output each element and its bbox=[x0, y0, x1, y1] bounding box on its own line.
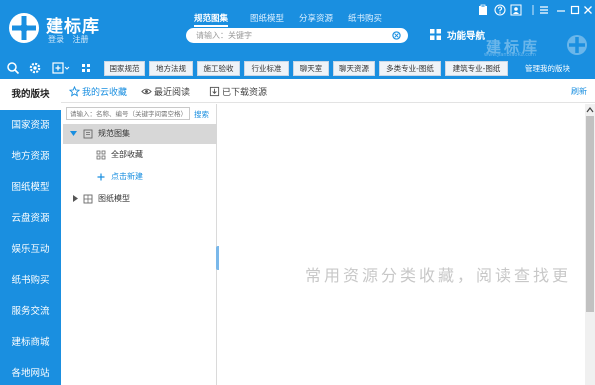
tree-node-label: 图纸模型 bbox=[98, 194, 130, 203]
download-icon bbox=[209, 86, 220, 97]
help-icon[interactable] bbox=[494, 4, 506, 16]
empty-state-hint: 常用资源分类收藏，阅读查找更 bbox=[305, 266, 572, 285]
tree-node-create-new[interactable]: 点击新建 bbox=[63, 167, 217, 187]
sidebar-item-entertainment[interactable]: 娱乐互动 bbox=[0, 234, 61, 265]
search-input[interactable]: 请输入：关键字 bbox=[196, 30, 252, 41]
sidebar-item-book-purchase[interactable]: 纸书购买 bbox=[0, 265, 61, 296]
book-icon bbox=[83, 129, 93, 139]
grid-icon bbox=[96, 150, 106, 160]
favorites-tree-panel: 搜索 规范图集 全部收藏 点击新建 图纸模型 bbox=[63, 104, 217, 385]
search-icon[interactable] bbox=[392, 31, 401, 40]
minimize-icon[interactable] bbox=[555, 4, 567, 16]
category-tab[interactable]: 地方法规 bbox=[149, 61, 193, 76]
manage-tabs-link[interactable]: 管理我的版块 bbox=[525, 61, 570, 76]
maximize-icon[interactable] bbox=[569, 4, 581, 16]
sidebar-item-mall[interactable]: 建标商城 bbox=[0, 327, 61, 358]
gear-icon[interactable] bbox=[28, 61, 42, 75]
tab-label: 最近阅读 bbox=[154, 88, 191, 98]
tab-standards-atlas[interactable]: 规范图集 bbox=[194, 12, 229, 27]
sub-tabs: 我的云收藏 最近阅读 已下载资源 刷新 bbox=[61, 79, 595, 103]
tab-my-cloud-favorites[interactable]: 我的云收藏 bbox=[69, 85, 127, 98]
tree-search-input[interactable] bbox=[67, 108, 189, 119]
sidebar: 我的版块 国家资源 地方资源 图纸模型 云盘资源 娱乐互动 纸书购买 服务交流 … bbox=[0, 79, 61, 385]
tree-node-label: 规范图集 bbox=[98, 129, 130, 138]
watermark: 建标库 www.JianBiaoKu.com bbox=[482, 32, 592, 58]
window-controls bbox=[477, 4, 592, 18]
app-header: 建标库 登录 注册 规范图集 图纸模型 分享资源 纸书购买 请输入：关键字 功能… bbox=[0, 0, 595, 58]
content-area: 常用资源分类收藏，阅读查找更 bbox=[219, 104, 585, 385]
tree-node-drawing-models[interactable]: 图纸模型 bbox=[63, 189, 217, 209]
sidebar-item-local-resources[interactable]: 地方资源 bbox=[0, 141, 61, 172]
tab-downloaded-resources[interactable]: 已下载资源 bbox=[209, 85, 267, 98]
tab-drawing-models[interactable]: 图纸模型 bbox=[250, 12, 284, 24]
sidebar-item-service-exchange[interactable]: 服务交流 bbox=[0, 296, 61, 327]
scrollbar-thumb[interactable] bbox=[586, 116, 594, 312]
tree-node-label: 点击新建 bbox=[111, 172, 143, 181]
category-tab[interactable]: 多类专业-图纸 bbox=[379, 61, 441, 76]
tree-node-standards-atlas[interactable]: 规范图集 bbox=[63, 124, 217, 144]
tree-node-label: 全部收藏 bbox=[111, 150, 143, 159]
category-tab[interactable]: 施工验收 bbox=[197, 61, 240, 76]
expand-arrow-icon[interactable] bbox=[70, 130, 77, 137]
category-tab[interactable]: 聊天资源 bbox=[333, 61, 375, 76]
tab-label: 已下载资源 bbox=[222, 88, 268, 98]
watermark-logo-icon bbox=[567, 35, 587, 55]
refresh-button[interactable]: 刷新 bbox=[571, 86, 587, 97]
plus-icon bbox=[97, 173, 105, 181]
app-logo: 建标库 登录 注册 bbox=[8, 10, 118, 50]
sidebar-item-national-resources[interactable]: 国家资源 bbox=[0, 110, 61, 141]
category-tab[interactable]: 聊天室 bbox=[293, 61, 329, 76]
category-tab[interactable]: 国家规范 bbox=[104, 61, 145, 76]
tab-shared-resources[interactable]: 分享资源 bbox=[299, 12, 333, 24]
tree-search-field[interactable] bbox=[66, 107, 190, 120]
tree-search-button[interactable]: 搜索 bbox=[194, 109, 209, 120]
close-icon[interactable] bbox=[582, 4, 594, 16]
eye-icon bbox=[141, 88, 152, 95]
category-tab[interactable]: 建筑专业-图纸 bbox=[445, 61, 508, 76]
sidebar-item-local-sites[interactable]: 各地网站 bbox=[0, 358, 61, 385]
register-link[interactable]: 注册 bbox=[73, 35, 89, 44]
clipboard-icon[interactable] bbox=[477, 4, 489, 16]
sidebar-item-drawing-models[interactable]: 图纸模型 bbox=[0, 172, 61, 203]
sidebar-item-my-sections[interactable]: 我的版块 bbox=[0, 79, 61, 110]
drawing-icon bbox=[83, 194, 93, 204]
user-icon[interactable] bbox=[510, 4, 522, 16]
tab-recent-reading[interactable]: 最近阅读 bbox=[141, 85, 190, 98]
tab-label: 我的云收藏 bbox=[82, 88, 128, 98]
logo-icon bbox=[9, 13, 39, 43]
vertical-scrollbar[interactable] bbox=[585, 104, 595, 385]
tree-node-all-favorites[interactable]: 全部收藏 bbox=[63, 145, 217, 165]
grid-icon bbox=[430, 29, 441, 40]
grid-icon[interactable] bbox=[79, 61, 93, 75]
function-nav-label: 功能导航 bbox=[447, 31, 486, 42]
search-icon[interactable] bbox=[6, 61, 20, 75]
tab-book-purchase[interactable]: 纸书购买 bbox=[348, 12, 382, 24]
category-bar: 国家规范 地方法规 施工验收 行业标准 聊天室 聊天资源 多类专业-图纸 建筑专… bbox=[0, 58, 595, 79]
menu-icon[interactable] bbox=[538, 4, 550, 16]
category-tab[interactable]: 行业标准 bbox=[244, 61, 289, 76]
search-box[interactable]: 请输入：关键字 bbox=[186, 28, 408, 43]
collapse-arrow-icon[interactable] bbox=[72, 195, 79, 202]
sidebar-item-cloud-resources[interactable]: 云盘资源 bbox=[0, 203, 61, 234]
star-icon bbox=[69, 86, 80, 97]
login-link[interactable]: 登录 bbox=[48, 35, 64, 44]
add-tab-icon[interactable] bbox=[52, 61, 70, 75]
scroll-up-icon[interactable] bbox=[586, 106, 594, 114]
